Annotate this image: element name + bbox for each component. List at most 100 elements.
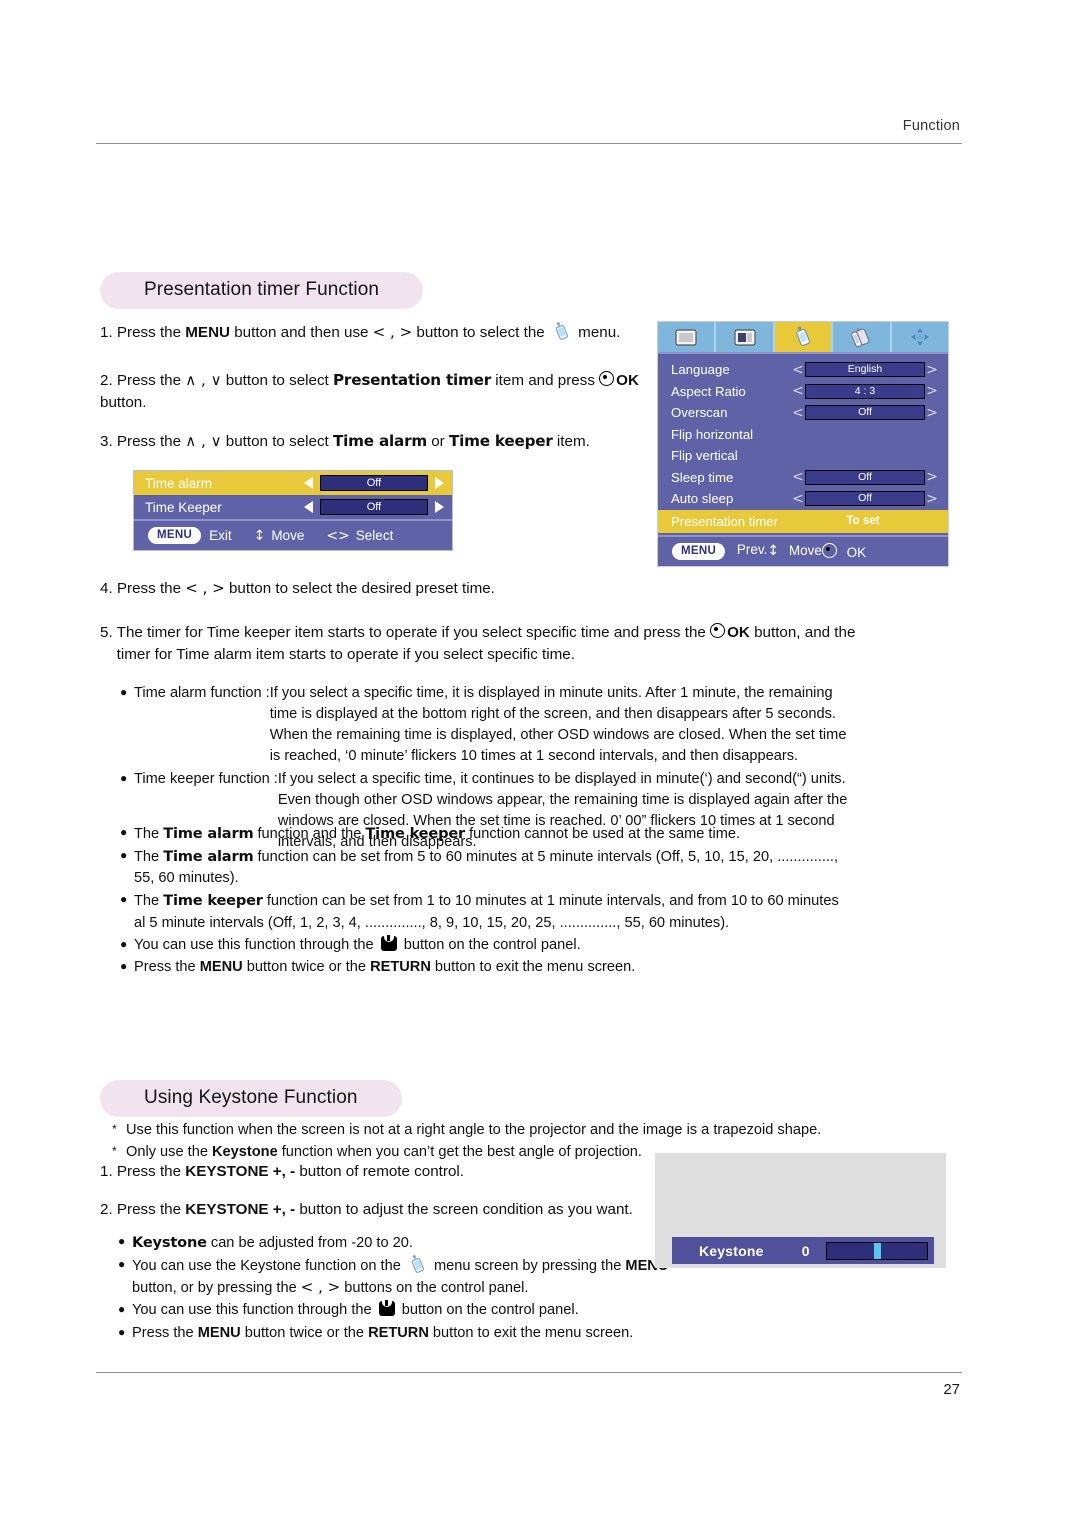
arrow-right-icon[interactable]	[435, 501, 444, 513]
step-3-text-d: item.	[552, 433, 590, 450]
step-2-text-d: button.	[100, 393, 147, 411]
osd-item-label: Auto sleep	[671, 491, 734, 507]
panel-button-icon	[378, 1300, 395, 1317]
keystone-slider-thumb[interactable]	[873, 1242, 881, 1259]
chevron-right-icon[interactable]: >	[925, 362, 939, 378]
osd-hint-bar: MENU Prev. ↕ Move OK	[658, 534, 948, 566]
osd-item-control[interactable]: < English >	[791, 362, 939, 378]
bullet-dot-icon: ●	[118, 1234, 126, 1248]
osd-tab-screen[interactable]	[716, 322, 775, 352]
arrow-right-icon[interactable]	[435, 477, 444, 489]
option-menu-osd[interactable]: Language < English > Aspect Ratio < 4 : …	[657, 321, 949, 567]
osd-tab-network[interactable]	[892, 322, 948, 352]
osd-tab-picture[interactable]	[658, 322, 717, 352]
step-1-number: 1.	[100, 324, 113, 341]
keystone-slider-track[interactable]	[825, 1241, 928, 1260]
page-footer: 27	[96, 1372, 962, 1398]
bullet-bold-return: RETURN	[368, 1324, 429, 1341]
osd-item-control[interactable]: < Off >	[791, 469, 939, 485]
osd-popup-row-control[interactable]: Off	[304, 475, 444, 491]
osd-item-label: Presentation timer	[671, 513, 779, 529]
osd-item-label: Flip vertical	[671, 448, 738, 464]
osd-popup-row-time-keeper[interactable]: Time Keeper Off	[134, 495, 452, 519]
osd-tab-bar[interactable]	[658, 322, 948, 354]
bullet-text-a: You can use this function through the	[132, 1302, 376, 1319]
step-4-arrows: < , >	[185, 579, 225, 597]
osd-item-auto-sleep[interactable]: Auto sleep < Off >	[658, 488, 948, 510]
bullet-text-a: You can use the Keystone function on the	[132, 1258, 405, 1275]
osd-popup-hint-select: <> Select	[326, 528, 393, 544]
chevron-left-icon[interactable]: <	[791, 383, 805, 399]
bullet-dot-icon: ●	[120, 825, 128, 839]
chevron-left-icon[interactable]: <	[791, 469, 805, 485]
osd-item-to-set-label: To set	[846, 515, 880, 527]
bullet-dot-icon: ●	[120, 958, 128, 973]
chevron-right-icon[interactable]: >	[925, 383, 939, 399]
osd-tab-option[interactable]	[774, 322, 834, 352]
osd-item-overscan[interactable]: Overscan < Off >	[658, 402, 948, 424]
arrow-left-icon[interactable]	[304, 477, 313, 489]
osd-item-sleep-time[interactable]: Sleep time < Off >	[658, 467, 948, 489]
osd-popup-hint-move: ↕ Move	[254, 528, 305, 544]
chevron-right-icon[interactable]: >	[925, 491, 939, 507]
osd-popup-row-label: Time alarm	[145, 475, 213, 491]
osd-menu-items[interactable]: Language < English > Aspect Ratio < 4 : …	[658, 354, 948, 535]
osd-popup-row-time-alarm[interactable]: Time alarm Off	[134, 471, 452, 495]
bullet-exit-menu: ● Press the MENU button twice or the RET…	[120, 957, 850, 978]
menu-chip[interactable]: MENU	[148, 527, 202, 544]
chevron-right-icon[interactable]: >	[925, 469, 939, 485]
osd-item-control[interactable]: < Off >	[791, 491, 939, 507]
chevron-right-icon[interactable]: >	[925, 405, 939, 421]
keystone-step-1: 1. Press the KEYSTONE +, - button of rem…	[100, 1161, 660, 1183]
keystone-step-2-text-b: button to adjust the screen condition as…	[295, 1201, 633, 1218]
step-2-ok-label: OK	[616, 372, 639, 389]
asterisk-note-2-bold: Keystone	[212, 1144, 278, 1161]
arrow-left-icon[interactable]	[304, 501, 313, 513]
bullet-text-b: button on the control panel.	[397, 1302, 579, 1319]
bullet-text-b: function and the	[253, 826, 366, 842]
osd-item-aspect-ratio[interactable]: Aspect Ratio < 4 : 3 >	[658, 381, 948, 403]
header-section-title: Function	[902, 118, 960, 134]
osd-item-language[interactable]: Language < English >	[658, 359, 948, 381]
menu-chip[interactable]: MENU	[672, 543, 726, 560]
step-1-text-b: button and then use	[230, 324, 373, 341]
step-3-updown-glyphs: ∧ , ∨	[185, 432, 222, 450]
time-alarm-osd-popup[interactable]: Time alarm Off Time Keeper Off MENU Exit…	[133, 470, 453, 551]
step-5-text-a: The timer for Time keeper item starts to…	[116, 624, 711, 641]
osd-hint-move-label: Move	[788, 543, 822, 558]
step-3-text-b: button to select	[221, 433, 333, 450]
osd-item-presentation-timer[interactable]: Presentation timer To set	[658, 509, 948, 533]
chevron-left-icon[interactable]: <	[791, 405, 805, 421]
page-header: Function	[96, 118, 962, 144]
osd-popup-row-control[interactable]: Off	[304, 499, 444, 515]
keystone-adjust-bar[interactable]: Keystone 0	[672, 1237, 934, 1264]
osd-popup-row-value: Off	[320, 499, 428, 515]
asterisk-note-1: * Use this function when the screen is n…	[112, 1120, 842, 1141]
bullet-text-b: button twice or the	[240, 1324, 369, 1341]
osd-item-control[interactable]: < Off >	[791, 405, 939, 421]
osd-item-control[interactable]: < 4 : 3 >	[791, 383, 939, 399]
bullet-keystone-range: ● Keystone can be adjusted from -20 to 2…	[118, 1232, 678, 1254]
chevron-left-icon[interactable]: <	[791, 491, 805, 507]
keystone-step-2-bold: KEYSTONE +, -	[185, 1201, 296, 1218]
note-time-alarm-function: ● Time alarm function : If you select a …	[120, 683, 850, 768]
bullet-dot-icon: ●	[118, 1302, 126, 1317]
chevron-left-icon[interactable]: <	[791, 362, 805, 378]
bullet-bold-time-keeper: Time keeper	[163, 892, 263, 910]
osd-item-flip-vertical[interactable]: Flip vertical	[658, 445, 948, 467]
keystone-step-2-text-a: Press the	[116, 1201, 186, 1218]
step-2-number: 2.	[100, 372, 113, 389]
step-3-text-c: or	[427, 433, 449, 450]
osd-tab-signal[interactable]	[833, 322, 892, 352]
keystone-osd-panel: Keystone 0	[655, 1153, 946, 1268]
osd-item-label: Flip horizontal	[671, 426, 754, 442]
bullet-text-b: button twice or the	[242, 958, 371, 975]
osd-item-value: Off	[805, 405, 925, 421]
osd-item-value: Off	[805, 491, 925, 507]
bullet-text-a: Press the	[134, 958, 200, 975]
osd-item-flip-horizontal[interactable]: Flip horizontal	[658, 424, 948, 446]
step-3: 3. Press the ∧ , ∨ button to select Time…	[100, 431, 660, 453]
step-3-number: 3.	[100, 433, 113, 450]
bullet-text-c: function cannot be used at the same time…	[465, 826, 741, 842]
asterisk-note-2-text-b: function when you can’t get the best ang…	[277, 1144, 642, 1161]
